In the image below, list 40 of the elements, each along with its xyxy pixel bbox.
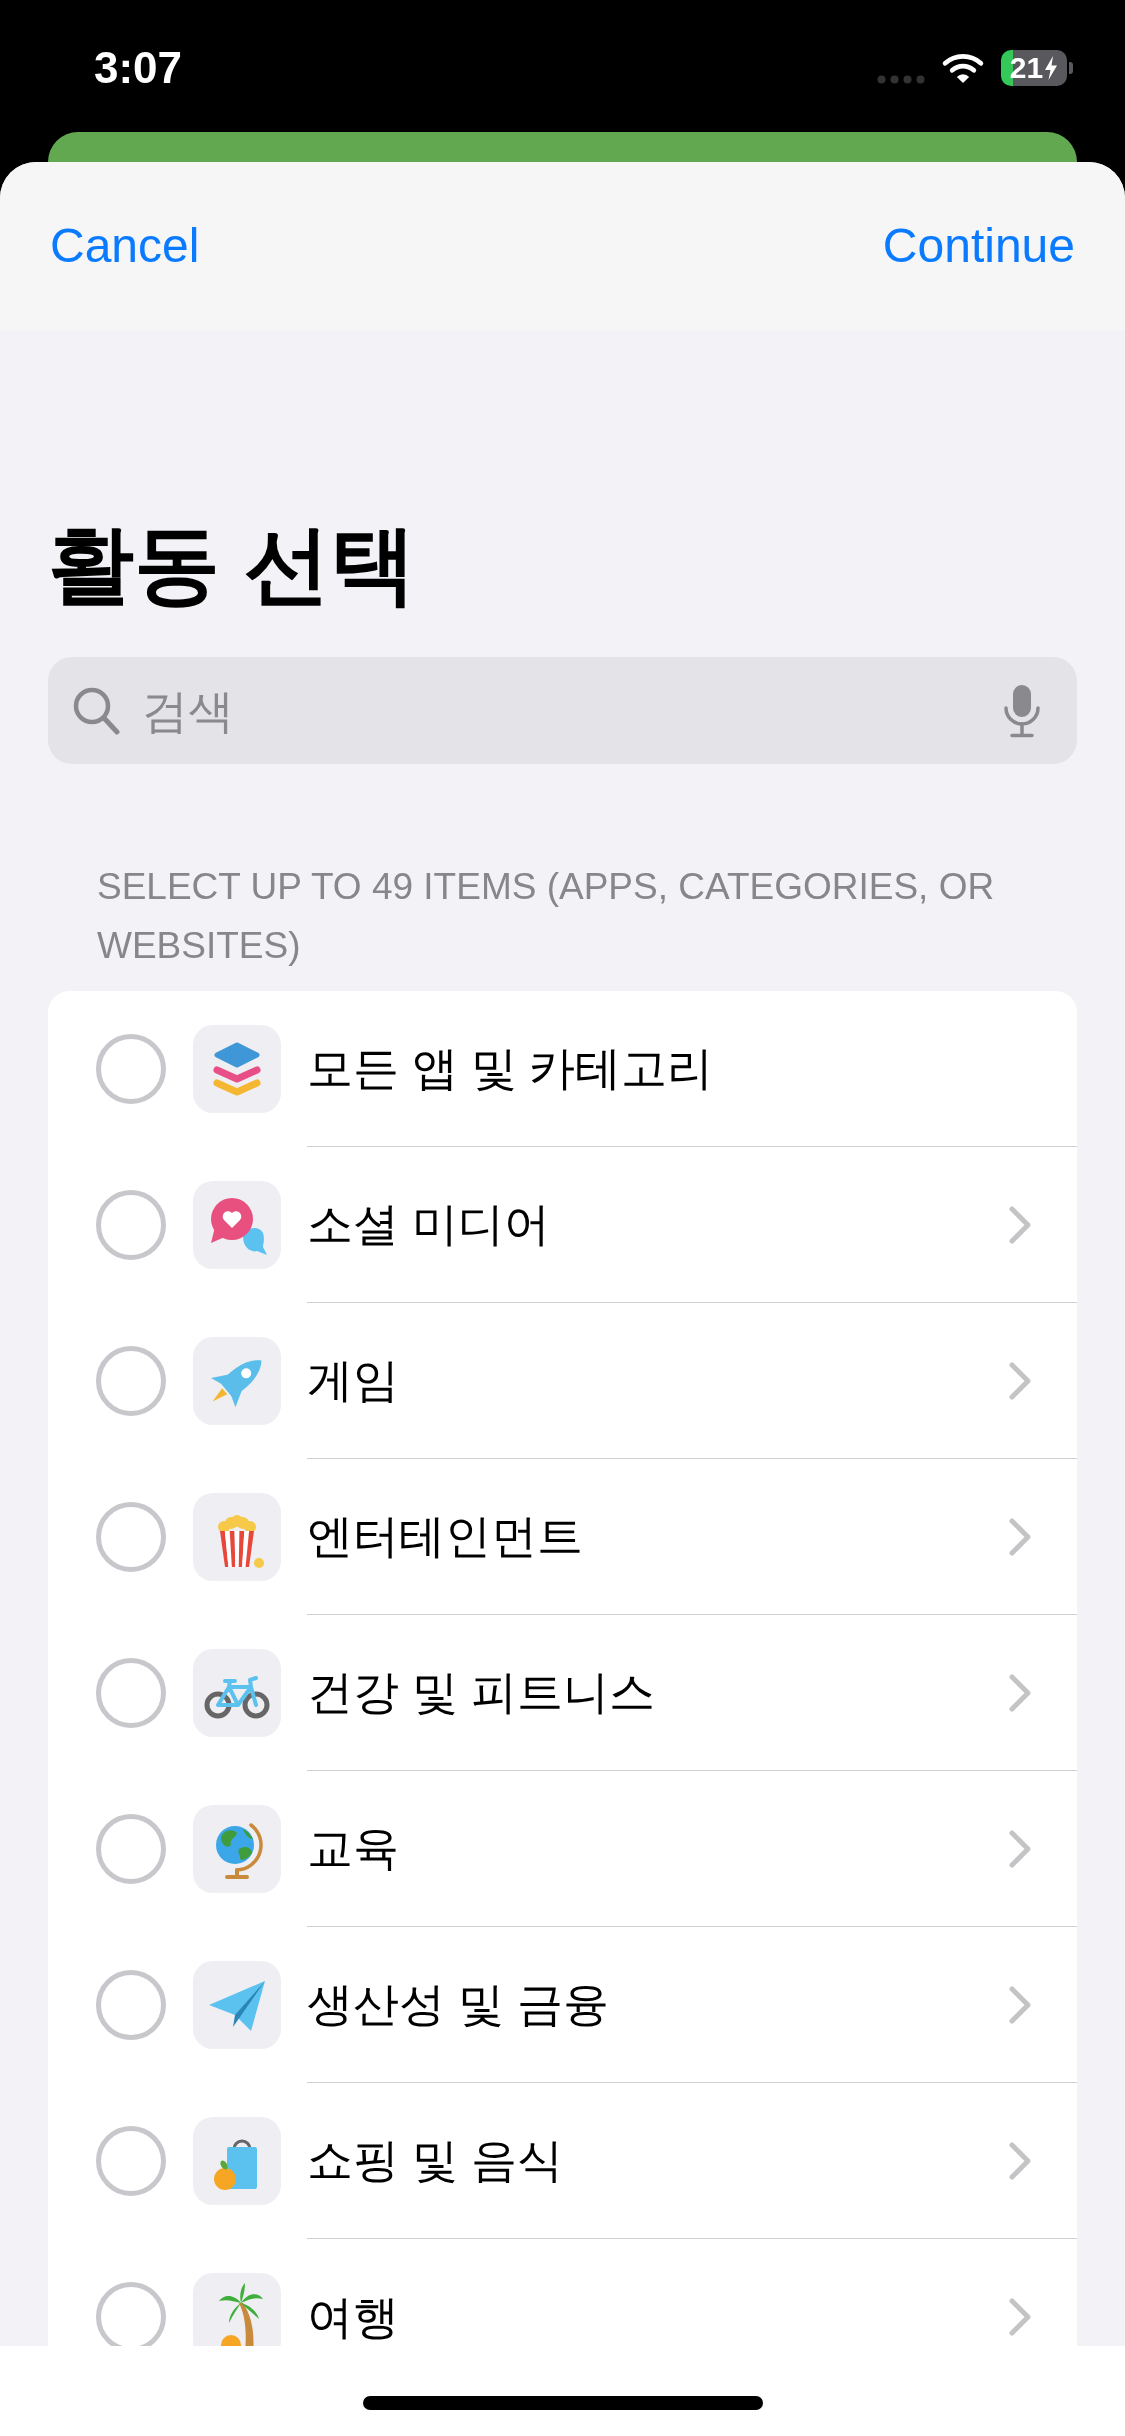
section-header: SELECT UP TO 49 ITEMS (APPS, CATEGORIES, OR WEBSITES) xyxy=(97,865,996,968)
charging-bolt-icon xyxy=(1044,56,1059,80)
category-label: 건강 및 피트니스 xyxy=(307,1666,655,1719)
page-title: 활동 선택 xyxy=(48,515,416,614)
category-label: 게임 xyxy=(307,1354,399,1407)
paper-plane-icon xyxy=(193,1961,281,2049)
category-label: 모든 앱 및 카테고리 xyxy=(307,1042,714,1095)
category-label: 쇼핑 및 음식 xyxy=(307,2134,563,2187)
status-time: 3:07 xyxy=(94,42,183,94)
category-label: 여행 xyxy=(307,2290,399,2344)
continue-button[interactable]: Continue xyxy=(882,217,1075,275)
rocket-icon xyxy=(193,1337,281,1425)
radio-button[interactable] xyxy=(96,1814,166,1884)
search-icon xyxy=(72,685,120,736)
globe-icon xyxy=(193,1805,281,1893)
bicycle-icon xyxy=(193,1649,281,1737)
category-label: 엔터테인먼트 xyxy=(307,1510,583,1563)
category-label: 교육 xyxy=(307,1822,399,1875)
shopping-bag-icon xyxy=(193,2117,281,2205)
category-label: 생산성 및 금융 xyxy=(307,1978,609,2031)
microphone-icon[interactable] xyxy=(1003,683,1041,738)
radio-button[interactable] xyxy=(96,1034,166,1104)
speech-bubbles-icon xyxy=(193,1181,281,1269)
wifi-icon xyxy=(941,52,985,84)
cancel-button[interactable]: Cancel xyxy=(50,217,200,275)
stacked-layers-icon xyxy=(193,1025,281,1113)
radio-button[interactable] xyxy=(96,2126,166,2196)
home-indicator[interactable] xyxy=(362,2396,763,2410)
radio-button[interactable] xyxy=(96,1190,166,1260)
radio-button[interactable] xyxy=(96,1658,166,1728)
search-bar[interactable]: 검색 xyxy=(48,657,1077,764)
palm-tree-icon xyxy=(193,2273,281,2346)
popcorn-icon xyxy=(193,1493,281,1581)
radio-button[interactable] xyxy=(96,1970,166,2040)
radio-button[interactable] xyxy=(96,2282,166,2346)
category-label: 소셜 미디어 xyxy=(307,1198,550,1251)
radio-button[interactable] xyxy=(96,1502,166,1572)
search-input[interactable]: 검색 xyxy=(142,680,981,741)
signal-dots-icon xyxy=(877,74,925,84)
radio-button[interactable] xyxy=(96,1346,166,1416)
